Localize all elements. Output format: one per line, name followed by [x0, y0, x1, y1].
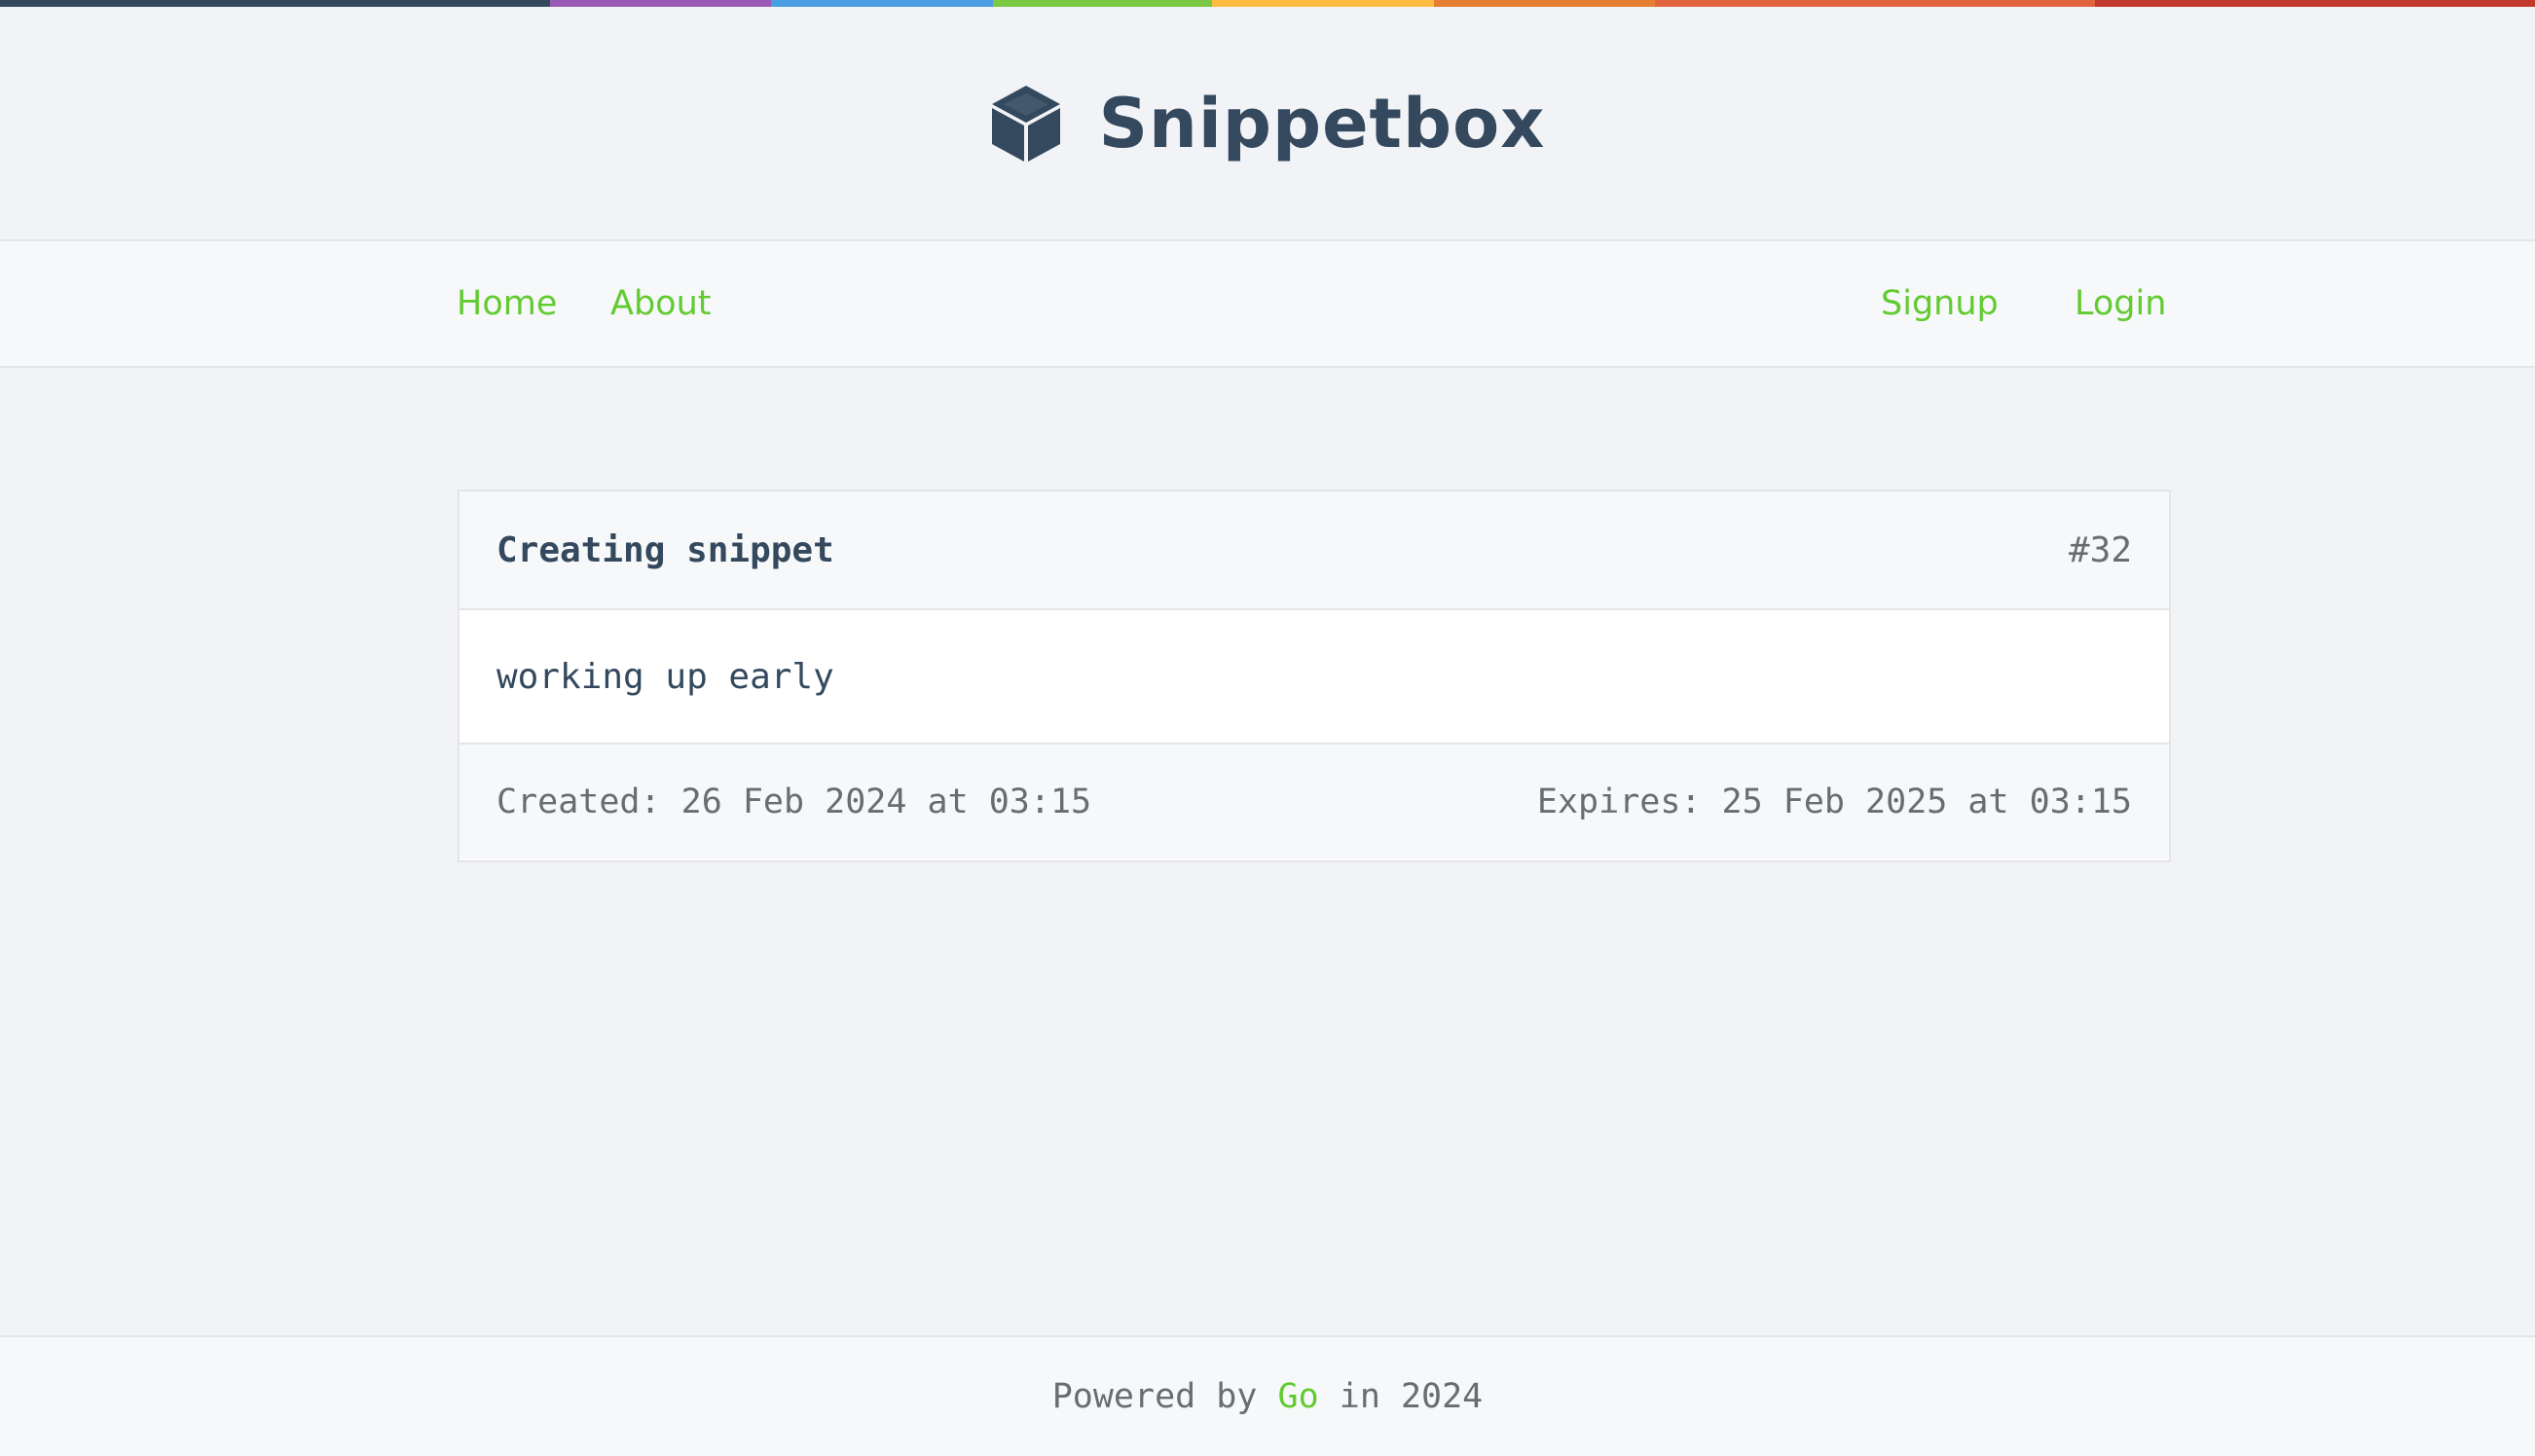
color-stripe: [0, 0, 2535, 7]
snippet-metadata: Created: 26 Feb 2024 at 03:15 Expires: 2…: [459, 745, 2169, 858]
stripe-segment: [1211, 0, 1435, 7]
site-footer: Powered by Go in 2024: [0, 1335, 2535, 1456]
site-header: Snippetbox: [0, 7, 2535, 239]
nav-link-about[interactable]: About: [610, 241, 711, 366]
brand[interactable]: Snippetbox: [990, 84, 1546, 164]
footer-prefix: Powered by: [1051, 1377, 1258, 1416]
footer-space: [1257, 1377, 1277, 1416]
footer-suffix: in 2024: [1339, 1377, 1484, 1416]
page: Snippetbox Home About Signup Login Creat…: [0, 0, 2535, 1456]
main-nav: Home About Signup Login: [0, 239, 2535, 368]
snippet-card: Creating snippet #32 working up early Cr…: [458, 490, 2171, 862]
nav-link-home[interactable]: Home: [457, 241, 557, 366]
stripe-segment: [550, 0, 771, 7]
nav-link-signup[interactable]: Signup: [1881, 241, 1999, 366]
stripe-segment: [2094, 0, 2535, 7]
snippet-body: working up early: [459, 610, 2169, 745]
snippet-content: working up early: [496, 656, 834, 697]
snippet-expires: Expires: 25 Feb 2025 at 03:15: [1536, 782, 2132, 821]
site-title: Snippetbox: [1098, 83, 1546, 164]
footer-go-link[interactable]: Go: [1278, 1377, 1319, 1416]
snippet-title: Creating snippet: [496, 529, 834, 570]
snippet-header: Creating snippet #32: [459, 491, 2169, 610]
snippet-id: #32: [2068, 529, 2132, 570]
cube-icon: [991, 85, 1060, 162]
stripe-segment: [993, 0, 1212, 7]
stripe-segment: [770, 0, 994, 7]
footer-space: [1319, 1377, 1340, 1416]
stripe-segment: [1654, 0, 2095, 7]
nav-link-login[interactable]: Login: [2075, 241, 2166, 366]
snippet-created: Created: 26 Feb 2024 at 03:15: [496, 782, 1092, 821]
stripe-segment: [1434, 0, 1655, 7]
stripe-segment: [0, 0, 551, 7]
